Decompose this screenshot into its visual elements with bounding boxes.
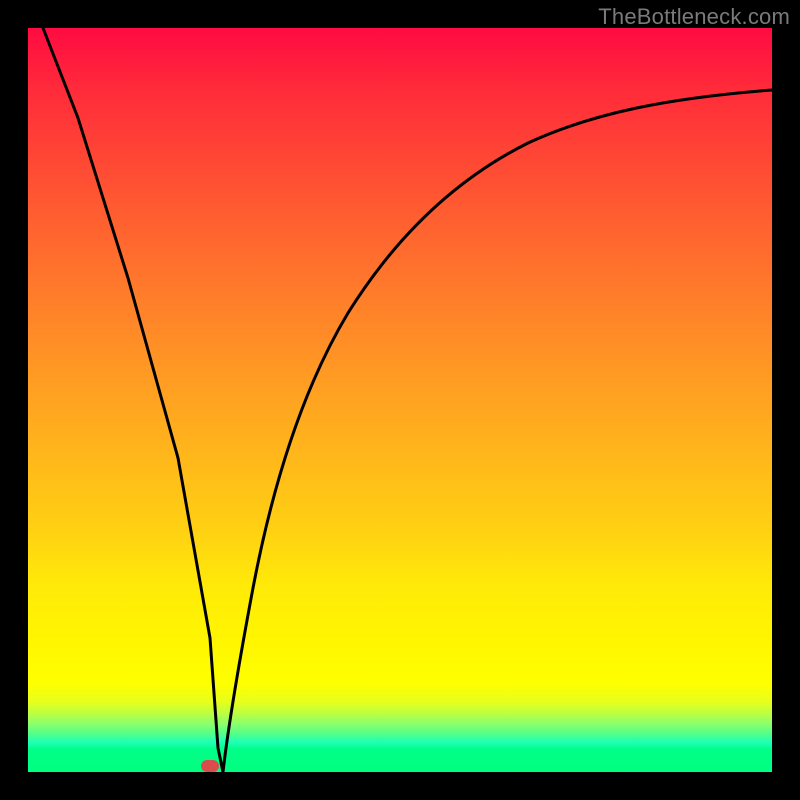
bottleneck-curve bbox=[28, 28, 772, 772]
watermark-text: TheBottleneck.com bbox=[598, 4, 790, 30]
minimum-marker bbox=[201, 760, 219, 772]
plot-area bbox=[28, 28, 772, 772]
